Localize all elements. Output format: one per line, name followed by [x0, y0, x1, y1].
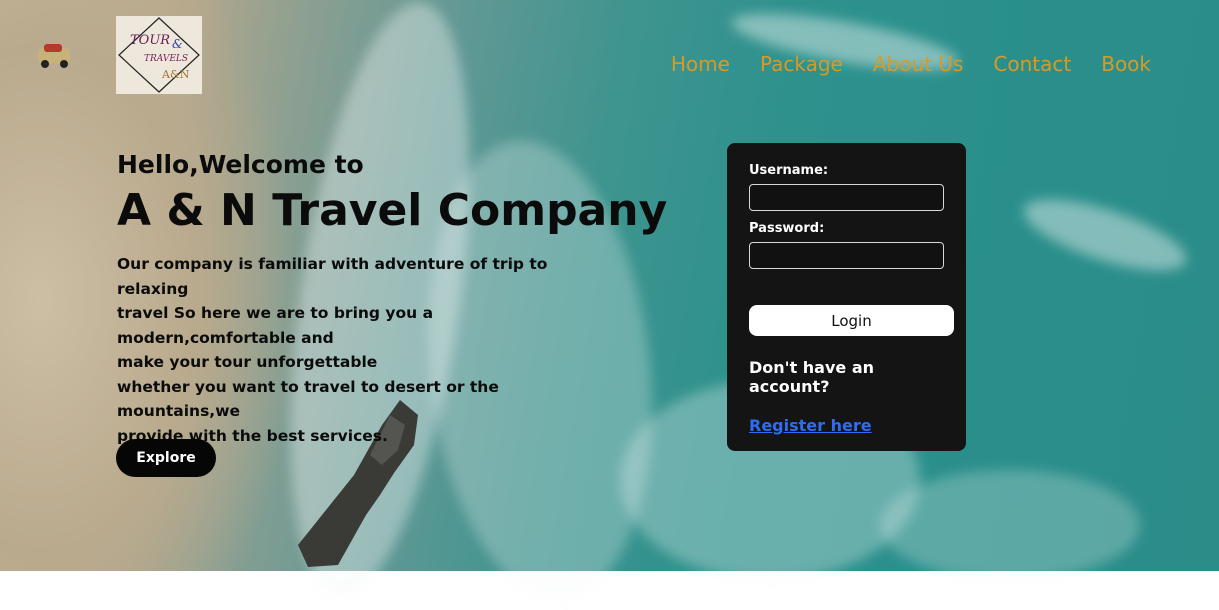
nav-contact[interactable]: Contact [993, 52, 1071, 76]
nav-book[interactable]: Book [1101, 52, 1151, 76]
hero-description-line: travel So here we are to bring you a mod… [117, 304, 434, 347]
login-button[interactable]: Login [749, 305, 954, 336]
username-input[interactable] [749, 184, 944, 211]
logo-text-amp: & [172, 37, 183, 51]
hero-description-line: Our company is familiar with adventure o… [117, 255, 548, 298]
nav-home[interactable]: Home [671, 52, 730, 76]
hero-description-line: make your tour unforgettable [117, 353, 378, 371]
no-account-text: Don't have an account? [749, 358, 875, 396]
hero-company-name: A & N Travel Company [117, 185, 668, 236]
hero-description-line: whether you want to travel to desert or … [117, 377, 499, 421]
password-label: Password: [749, 221, 825, 236]
nav-package[interactable]: Package [760, 52, 843, 76]
logo-text-tour: TOUR [130, 33, 170, 48]
username-label: Username: [749, 163, 829, 178]
logo-text-an: A&N [161, 68, 190, 81]
hero-description: Our company is familiar with adventure o… [117, 252, 617, 448]
logo-diamond-icon: TOUR & TRAVELS A&N [118, 17, 200, 93]
hero-section: Hello,Welcome to A & N Travel Company Ou… [117, 150, 677, 448]
hero-greeting: Hello,Welcome to [117, 150, 364, 179]
main-nav: Home Package About Us Contact Book [671, 52, 1151, 76]
register-link[interactable]: Register here [749, 416, 872, 435]
logo-text-travels: TRAVELS [144, 54, 188, 64]
password-input[interactable] [749, 242, 944, 269]
explore-button[interactable]: Explore [116, 439, 216, 477]
logo[interactable]: TOUR & TRAVELS A&N [116, 16, 202, 94]
car-decoration [38, 44, 70, 68]
login-panel: Username: Password: Login Don't have an … [727, 143, 966, 451]
nav-about-us[interactable]: About Us [873, 52, 964, 76]
